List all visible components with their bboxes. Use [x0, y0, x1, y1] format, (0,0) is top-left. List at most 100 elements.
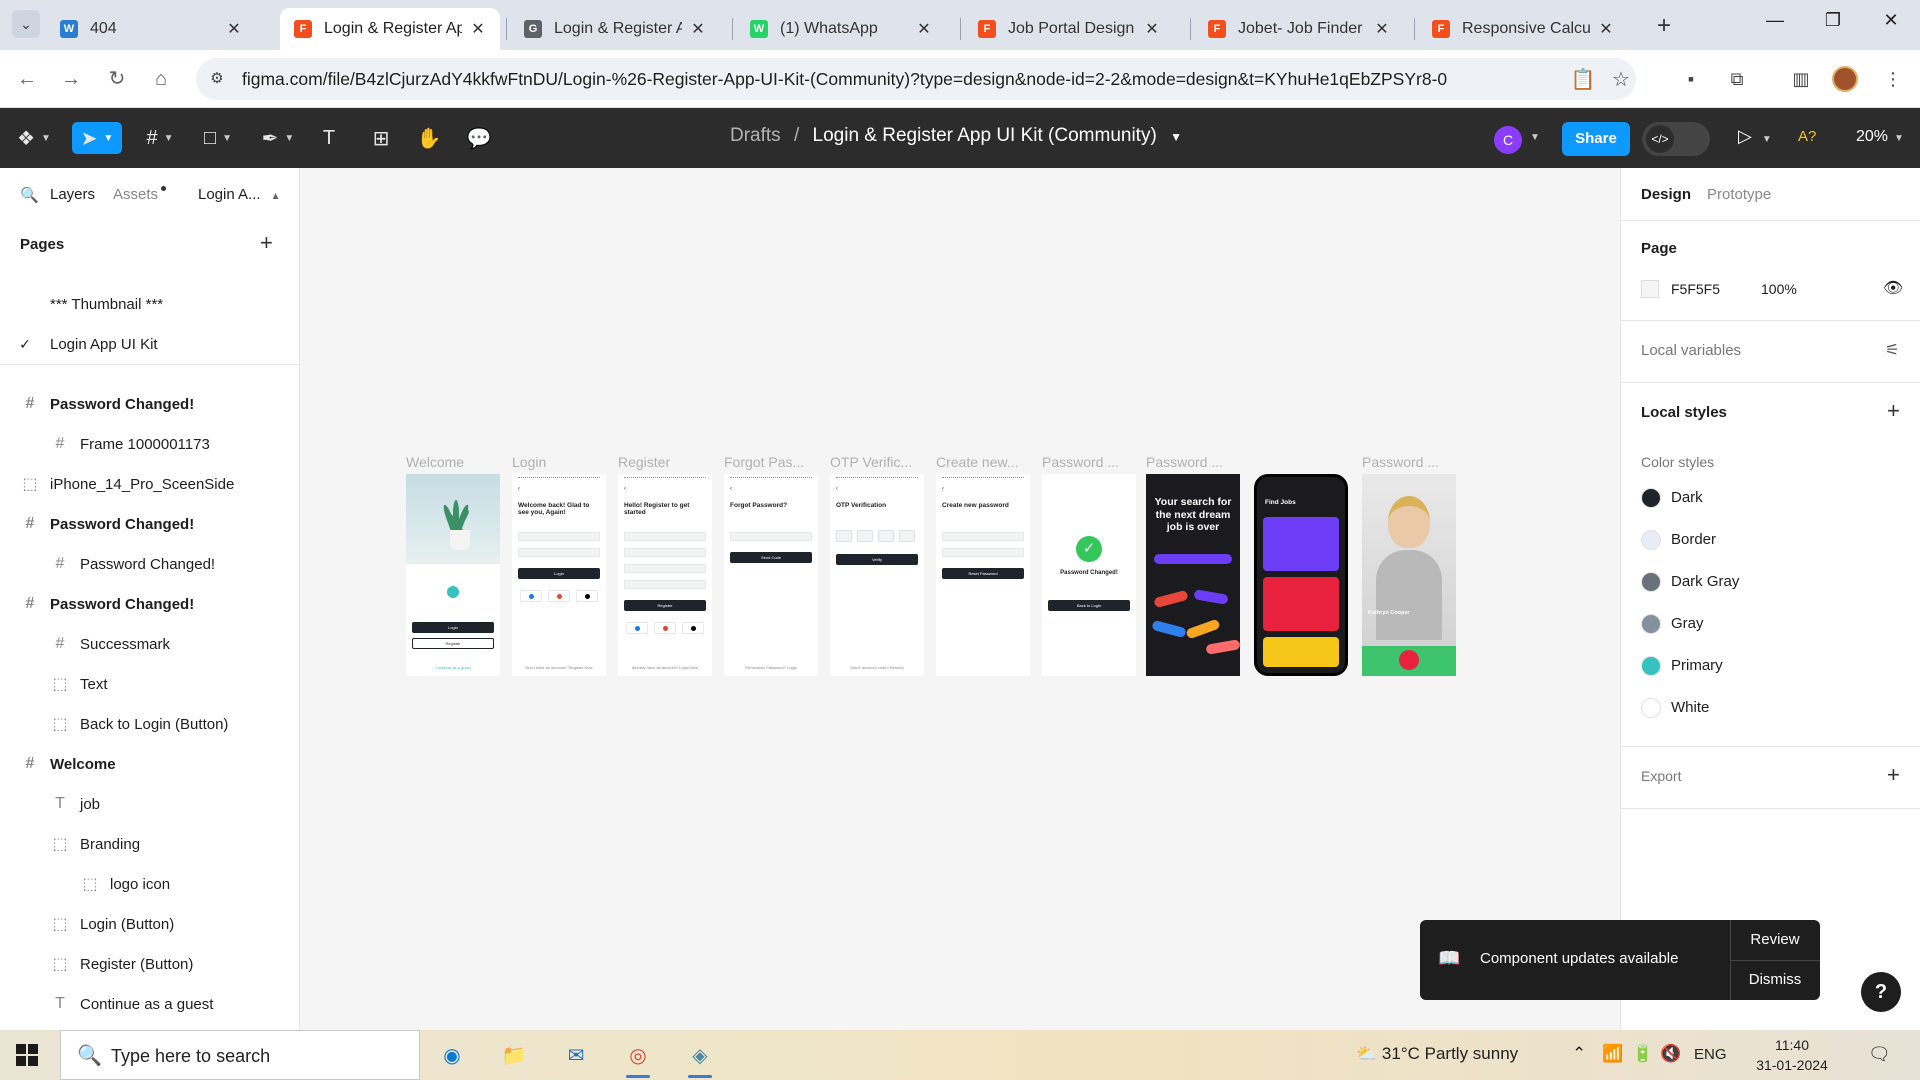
eye-icon[interactable]: 👁	[1883, 278, 1903, 298]
home-button[interactable]: ⌂	[146, 64, 176, 94]
clipboard-icon[interactable]: 📋	[1570, 67, 1596, 92]
volume-muted-icon[interactable]: 🔇	[1660, 1044, 1681, 1064]
primary-button[interactable]: Login	[518, 568, 600, 579]
browser-tab[interactable]: F Login & Register App ✕	[280, 8, 500, 50]
input-field[interactable]	[624, 564, 706, 573]
close-tab-icon[interactable]: ✕	[1598, 19, 1614, 39]
guest-link[interactable]: Continue as a guest	[406, 665, 500, 670]
social-login-button[interactable]	[654, 622, 676, 634]
layer-row[interactable]: # Password Changed!	[0, 544, 299, 584]
main-menu-button[interactable]: ❖ ▼	[14, 122, 54, 154]
input-field[interactable]	[518, 548, 600, 557]
extensions-puzzle-icon[interactable]: ⧉	[1722, 64, 1752, 94]
layer-row[interactable]: ⬚ Branding	[0, 824, 299, 864]
back-button[interactable]: ←	[12, 64, 42, 94]
zoom-dropdown[interactable]: 20% ▼	[1856, 128, 1904, 146]
design-canvas[interactable]: Welcome Login Register Continue as a guest L…	[300, 168, 1620, 1030]
side-panel-icon[interactable]: ▥	[1786, 64, 1816, 94]
chevron-up-icon[interactable]: ⌃	[1572, 1044, 1586, 1064]
input-field[interactable]	[624, 580, 706, 589]
primary-button[interactable]: Reset Password	[942, 568, 1024, 579]
tab-search-button[interactable]: ⌄	[12, 10, 40, 38]
close-tab-icon[interactable]: ✕	[690, 19, 706, 39]
layer-row[interactable]: ⬚ Back to Login (Button)	[0, 704, 299, 744]
share-button[interactable]: Share	[1562, 122, 1630, 156]
end-call-button[interactable]	[1399, 650, 1419, 670]
chrome-app-icon[interactable]: ◎	[618, 1036, 658, 1078]
system-clock[interactable]: 11:40 31-01-2024	[1752, 1035, 1832, 1075]
input-field[interactable]	[624, 548, 706, 557]
page-color-hex[interactable]: F5F5F5	[1671, 281, 1720, 297]
search-icon[interactable]: 🔍	[20, 186, 39, 204]
frame-label[interactable]: Login	[512, 454, 546, 470]
site-settings-icon[interactable]: ⚙	[206, 68, 228, 90]
help-button[interactable]: ?	[1861, 972, 1901, 1012]
color-style-name[interactable]: Border	[1671, 531, 1716, 548]
collaborator-avatar[interactable]: C	[1494, 126, 1522, 154]
url-field[interactable]: ⚙ figma.com/file/B4zlCjurzAdY4kkfwFtnDU/…	[196, 58, 1636, 100]
notifications-icon[interactable]: 🗨	[1868, 1044, 1891, 1065]
primary-button[interactable]: Send Code	[730, 552, 812, 563]
page-item[interactable]: *** Thumbnail ***	[0, 284, 299, 324]
browser-tab[interactable]: F Jobet- Job Finder Mo ✕	[1194, 8, 1404, 50]
other-app-icon[interactable]: ◈	[680, 1036, 720, 1078]
screen-frame[interactable]: ✓ Password Changed! Back to Login	[1042, 474, 1136, 676]
local-variables-label[interactable]: Local variables	[1641, 342, 1741, 359]
weather-widget[interactable]: ⛅ 31°C Partly sunny	[1356, 1044, 1518, 1064]
frame-tool-button[interactable]: # ▼	[140, 122, 180, 154]
frame-label[interactable]: Password ...	[1146, 454, 1223, 470]
back-arrow-icon[interactable]: ‹	[518, 486, 520, 492]
register-button[interactable]: Register	[412, 638, 494, 649]
color-swatch[interactable]	[1641, 614, 1661, 634]
shape-tool-button[interactable]: □ ▼	[198, 122, 238, 154]
forward-button[interactable]: →	[56, 64, 86, 94]
close-tab-icon[interactable]: ✕	[226, 19, 242, 39]
battery-icon[interactable]: 🔋	[1632, 1044, 1653, 1064]
chevron-down-icon[interactable]: ▼	[1530, 132, 1540, 143]
new-tab-button[interactable]: +	[1652, 12, 1676, 40]
footer-link[interactable]: Already have an account? Login Now	[618, 665, 712, 670]
chevron-down-icon[interactable]: ▼	[1170, 130, 1182, 144]
frame-label[interactable]: Password ...	[1042, 454, 1119, 470]
job-card[interactable]	[1263, 517, 1339, 571]
pen-tool-button[interactable]: ✒ ▼	[258, 122, 298, 154]
social-login-button[interactable]	[548, 590, 570, 602]
color-swatch[interactable]	[1641, 488, 1661, 508]
input-field[interactable]	[730, 532, 812, 541]
text-tool-button[interactable]: T	[316, 122, 342, 154]
start-searching-button[interactable]	[1154, 554, 1232, 564]
move-tool-button[interactable]: ➤ ▼	[72, 122, 122, 154]
screen-frame[interactable]: ‹ Forgot Password? Send Code Remember Passw…	[724, 474, 818, 676]
file-explorer-icon[interactable]: 📁	[494, 1036, 534, 1074]
dev-mode-toggle[interactable]: </>	[1642, 122, 1710, 156]
maximize-button[interactable]: ❐	[1818, 10, 1848, 31]
wifi-icon[interactable]: 📶	[1602, 1044, 1623, 1064]
primary-button[interactable]: Register	[624, 600, 706, 611]
layer-row[interactable]: ⬚ Login (Button)	[0, 904, 299, 944]
color-swatch[interactable]	[1641, 530, 1661, 550]
add-style-button[interactable]: +	[1887, 398, 1900, 424]
layer-row[interactable]: # Frame 1000001173	[0, 424, 299, 464]
frame-label[interactable]: OTP Verific...	[830, 454, 912, 470]
dismiss-button[interactable]: Dismiss	[1730, 960, 1820, 1000]
review-button[interactable]: Review	[1730, 920, 1820, 960]
otp-digit-box[interactable]	[857, 530, 873, 542]
browser-tab[interactable]: W (1) WhatsApp ✕	[736, 8, 946, 50]
edge-app-icon[interactable]: ◉	[432, 1036, 472, 1074]
page-color-swatch[interactable]	[1641, 280, 1659, 298]
tab-prototype[interactable]: Prototype	[1707, 186, 1771, 203]
color-style-name[interactable]: Primary	[1671, 657, 1723, 674]
otp-digit-box[interactable]	[899, 530, 915, 542]
color-style-name[interactable]: Gray	[1671, 615, 1704, 632]
social-login-button[interactable]	[576, 590, 598, 602]
job-card[interactable]	[1263, 577, 1339, 631]
taskbar-search[interactable]: 🔍 Type here to search	[60, 1030, 420, 1080]
back-arrow-icon[interactable]: ‹	[730, 486, 732, 492]
browser-tab[interactable]: F Job Portal Design (Co ✕	[964, 8, 1174, 50]
social-login-button[interactable]	[682, 622, 704, 634]
drafts-link[interactable]: Drafts	[730, 125, 781, 146]
mail-app-icon[interactable]: ✉	[556, 1036, 596, 1074]
bookmark-star-icon[interactable]: ☆	[1608, 67, 1634, 92]
layer-row[interactable]: # Welcome	[0, 744, 299, 784]
reload-button[interactable]: ↻	[102, 64, 132, 94]
